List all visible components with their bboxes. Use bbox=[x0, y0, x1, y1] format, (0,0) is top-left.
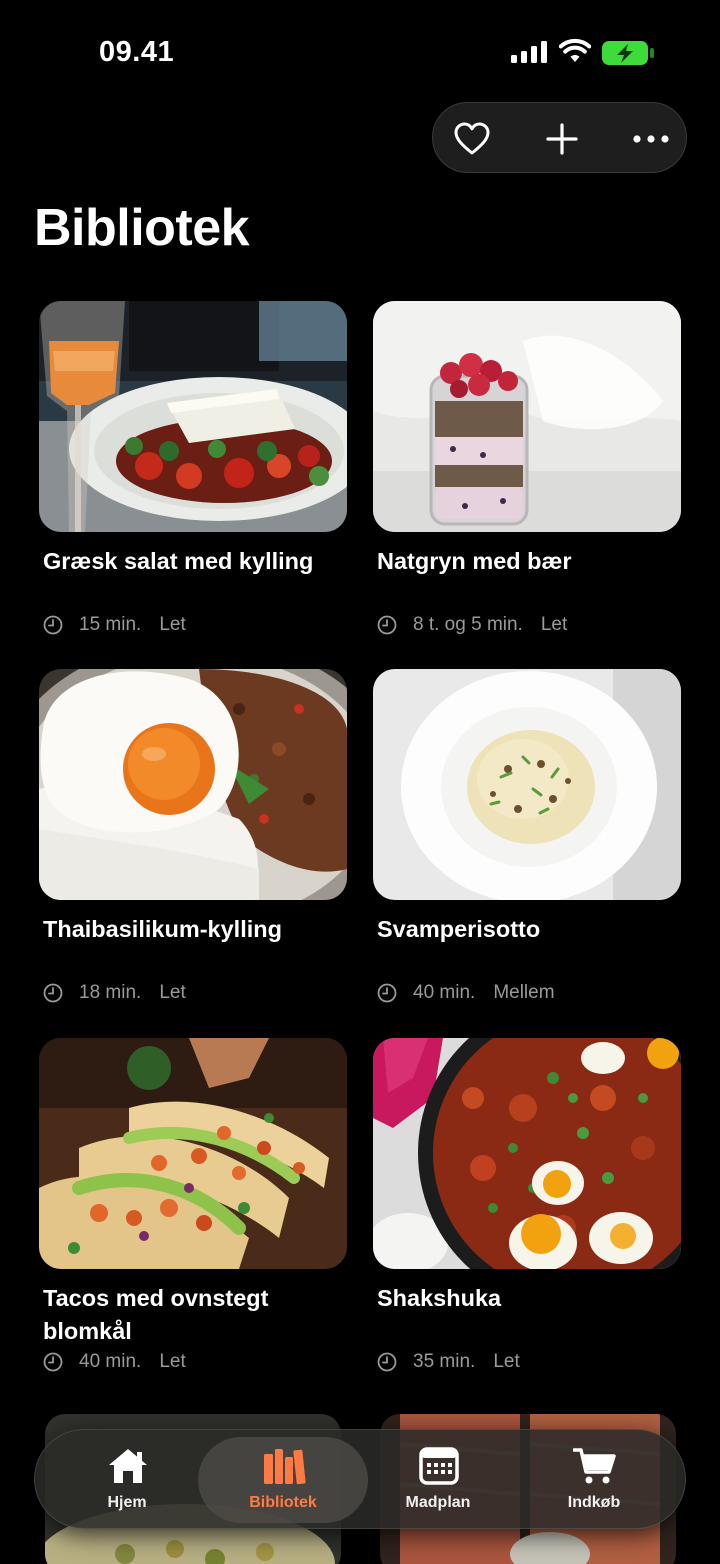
recipe-time: 8 t. og 5 min. bbox=[413, 614, 523, 635]
recipe-difficulty: Let bbox=[159, 614, 186, 635]
tab-bibliotek[interactable]: Bibliotek bbox=[208, 1430, 358, 1530]
wifi-icon bbox=[559, 38, 591, 62]
recipe-meta: 18 min. Let bbox=[43, 981, 186, 1005]
cellular-signal-icon bbox=[511, 41, 547, 63]
recipe-time: 18 min. bbox=[79, 982, 142, 1003]
tab-label: Indkøb bbox=[567, 1494, 621, 1511]
recipe-title: Tacos med ovnstegt blomkål bbox=[43, 1285, 269, 1344]
recipe-meta: 15 min. Let bbox=[43, 613, 186, 637]
tab-bar: Hjem Bibliotek Madplan Indkøb bbox=[34, 1429, 686, 1529]
greek-salad-image bbox=[39, 301, 347, 532]
recipe-meta: 40 min. Mellem bbox=[377, 981, 555, 1005]
recipe-meta: 40 min. Let bbox=[43, 1350, 186, 1374]
recipe-difficulty: Mellem bbox=[493, 982, 555, 1003]
home-icon bbox=[109, 1449, 147, 1483]
add-button[interactable] bbox=[527, 103, 597, 174]
recipe-time: 40 min. bbox=[413, 982, 476, 1003]
clock-icon bbox=[377, 615, 397, 635]
clock-icon bbox=[377, 1352, 397, 1372]
tab-indkob[interactable]: Indkøb bbox=[519, 1430, 669, 1530]
cart-icon bbox=[573, 1448, 616, 1484]
recipe-difficulty: Let bbox=[493, 1351, 520, 1372]
favorite-button[interactable] bbox=[437, 103, 507, 174]
recipe-card[interactable]: Svamperisotto 40 min. Mellem bbox=[373, 669, 681, 1003]
battery-charging-icon bbox=[602, 41, 654, 65]
recipe-meta: 35 min. Let bbox=[377, 1350, 520, 1374]
more-icon bbox=[633, 134, 669, 143]
recipe-card[interactable]: Shakshuka 35 min. Let bbox=[373, 1038, 681, 1372]
recipe-title: Thaibasilikum-kylling bbox=[43, 916, 282, 942]
recipe-time: 40 min. bbox=[79, 1351, 142, 1372]
recipe-meta: 8 t. og 5 min. Let bbox=[377, 613, 567, 637]
recipe-card[interactable]: Thaibasilikum-kylling 18 min. Let bbox=[39, 669, 347, 1003]
tab-madplan[interactable]: Madplan bbox=[363, 1430, 513, 1530]
overnight-oats-image bbox=[373, 301, 681, 532]
clock-icon bbox=[43, 983, 63, 1003]
shakshuka-image bbox=[373, 1038, 681, 1269]
tab-label: Bibliotek bbox=[249, 1494, 317, 1511]
recipe-title: Natgryn med bær bbox=[377, 548, 572, 574]
cauliflower-tacos-image bbox=[39, 1038, 347, 1269]
tab-label: Madplan bbox=[405, 1494, 471, 1511]
clock-icon bbox=[43, 1352, 63, 1372]
library-icon bbox=[264, 1449, 306, 1485]
plus-icon bbox=[546, 122, 578, 155]
tab-label: Hjem bbox=[107, 1494, 147, 1511]
clock-icon bbox=[43, 615, 63, 635]
recipe-card[interactable]: Tacos med ovnstegt blomkål 40 min. Let bbox=[39, 1038, 347, 1372]
calendar-icon bbox=[419, 1447, 459, 1485]
recipe-title: Svamperisotto bbox=[377, 916, 541, 942]
recipe-time: 35 min. bbox=[413, 1351, 476, 1372]
mushroom-risotto-image bbox=[373, 669, 681, 900]
thai-basil-chicken-image bbox=[39, 669, 347, 900]
heart-icon bbox=[454, 122, 490, 154]
tab-hjem[interactable]: Hjem bbox=[52, 1430, 202, 1530]
clock-icon bbox=[377, 983, 397, 1003]
recipe-difficulty: Let bbox=[540, 614, 568, 635]
status-bar: 09.41 bbox=[0, 0, 720, 100]
recipe-title: Shakshuka bbox=[377, 1285, 502, 1311]
recipe-card[interactable]: Græsk salat med kylling 15 min. Let bbox=[39, 301, 347, 635]
status-time: 09.41 bbox=[99, 36, 175, 68]
more-button[interactable] bbox=[616, 103, 686, 174]
recipe-difficulty: Let bbox=[159, 1351, 186, 1372]
recipe-title: Græsk salat med kylling bbox=[43, 548, 314, 574]
top-toolbar bbox=[432, 102, 687, 173]
page-title: Bibliotek bbox=[34, 199, 250, 257]
recipe-time: 15 min. bbox=[79, 614, 142, 635]
recipe-card[interactable]: Natgryn med bær 8 t. og 5 min. Let bbox=[373, 301, 681, 635]
recipe-difficulty: Let bbox=[159, 982, 186, 1003]
